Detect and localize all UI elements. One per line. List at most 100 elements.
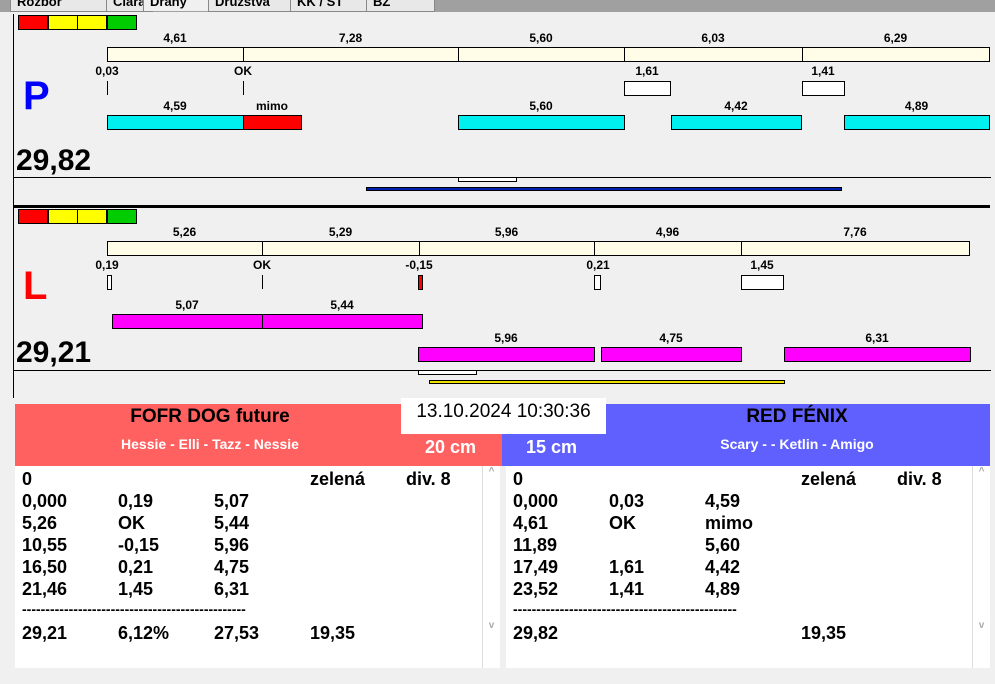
- run-label: 6,31: [865, 331, 889, 345]
- result-cell: 5,26: [22, 513, 58, 533]
- result-cell: 0: [513, 469, 524, 489]
- fault-label: 1,61: [635, 64, 659, 78]
- run-label: 4,59: [163, 99, 187, 113]
- fault-box: [802, 81, 845, 96]
- right-team-name: RED FÉNIX: [746, 406, 848, 427]
- tab-3[interactable]: Družstvá: [208, 0, 300, 12]
- tick-mark: [107, 81, 108, 95]
- tab-2[interactable]: Dráhy: [143, 0, 218, 11]
- traffic-light-segment: [77, 15, 107, 30]
- result-cell: 4,75: [214, 557, 250, 577]
- timeline-marker: [458, 177, 517, 182]
- result-cell: 11,89: [513, 535, 558, 555]
- result-cell: mimo: [705, 513, 754, 533]
- scrollbar[interactable]: ^ v: [972, 466, 990, 668]
- time-segment: [458, 47, 625, 62]
- time-segment: [419, 241, 595, 256]
- fault-box: [594, 275, 601, 290]
- result-cell: 5,44: [214, 513, 250, 533]
- run-segment: [262, 314, 423, 329]
- tick-mark: [262, 275, 263, 289]
- tick-mark: [243, 81, 244, 95]
- right-results-list[interactable]: ^ v 0 zelená div. 8 0,000 0,03 4,59 4,61 OK mimo 11…: [506, 466, 990, 668]
- lane-l-panel: 5,26 5,29 5,96 4,96 7,76 0,19 OK -0,15 0,21 1,45 5…: [13, 208, 991, 398]
- run-segment: [844, 115, 990, 130]
- result-cell: 0: [22, 469, 33, 489]
- fault-label: 0,03: [95, 64, 119, 78]
- run-segment: [601, 347, 742, 362]
- result-cell: 0,000: [513, 491, 559, 511]
- datetime: 13.10.2024 10:30:36: [401, 398, 606, 434]
- run-label: 4,89: [904, 99, 929, 113]
- result-cell: 0,21: [118, 557, 154, 577]
- time-segment: [243, 47, 459, 62]
- time-segment: [107, 241, 263, 256]
- result-cell: 5,96: [214, 535, 250, 555]
- result-cell: 17,49: [513, 557, 559, 577]
- time-segment: [594, 241, 742, 256]
- left-team-name: FOFR DOG future: [130, 406, 290, 427]
- time-label: 5,29: [328, 225, 353, 239]
- result-cell: 4,42: [705, 557, 741, 577]
- fault-label: 1,45: [750, 258, 774, 272]
- timeline-marker: [418, 370, 477, 375]
- traffic-light-segment: [77, 209, 107, 224]
- lane-side-label: L: [23, 264, 48, 308]
- fault-box: [624, 81, 671, 96]
- result-cell: OK: [609, 513, 636, 533]
- progress-line: [366, 187, 842, 191]
- tab-0[interactable]: Rozbor: [10, 0, 116, 12]
- result-cell: -0,15: [118, 535, 160, 555]
- time-label: 5,60: [529, 31, 553, 45]
- time-label: 6,29: [883, 31, 908, 45]
- fault-label: 1,41: [811, 64, 835, 78]
- time-segment: [262, 241, 420, 256]
- run-segment: [458, 115, 625, 130]
- time-segment: [624, 47, 803, 62]
- fault-box: [741, 275, 784, 290]
- tab-4[interactable]: KK / ST: [290, 0, 376, 12]
- result-cell: 4,59: [705, 491, 741, 511]
- lane-total: 29,82: [16, 144, 92, 177]
- time-label: 4,61: [163, 31, 187, 45]
- traffic-light-segment: [18, 15, 48, 30]
- tab-5[interactable]: BZ: [366, 0, 435, 12]
- fault-label: -0,15: [405, 258, 433, 272]
- time-label: 4,96: [655, 225, 680, 239]
- run-segment: [107, 115, 244, 130]
- left-team-dogs: Hessie - Elli - Tazz - Nessie: [121, 436, 299, 452]
- result-cell: ----------------------------------------…: [513, 601, 737, 617]
- result-cell: 0,19: [118, 491, 154, 511]
- result-cell: 0,000: [22, 491, 68, 511]
- run-label: 4,42: [724, 99, 748, 113]
- result-cell: 29,21: [22, 623, 68, 643]
- lane-side-label: P: [23, 74, 50, 118]
- scrollbar[interactable]: ^ v: [482, 466, 500, 668]
- result-cell: 19,35: [801, 623, 847, 643]
- result-cell: 5,60: [705, 535, 741, 555]
- run-segment: [418, 347, 595, 362]
- result-cell: 6,31: [214, 579, 250, 599]
- result-cell: 1,41: [609, 579, 645, 599]
- result-cell: div. 8: [406, 469, 451, 489]
- fault-label: OK: [234, 64, 252, 78]
- progress-line: [429, 380, 785, 384]
- time-label: 6,03: [701, 31, 725, 45]
- lane-total: 29,21: [16, 336, 92, 369]
- time-segment: [802, 47, 990, 62]
- traffic-light-segment: [48, 209, 78, 224]
- left-results-list[interactable]: ^ v 0 zelená div. 8 0,000 0,19 5,07 5,26 OK 5,44 10…: [15, 466, 500, 668]
- tab-bar: Rozbor Čiara Dráhy Družstvá KK / ST BZ: [0, 0, 995, 12]
- result-cell: div. 8: [897, 469, 942, 489]
- run-segment: [784, 347, 971, 362]
- run-label: 4,75: [659, 331, 683, 345]
- result-cell: 1,45: [118, 579, 154, 599]
- result-cell: 21,46: [22, 579, 68, 599]
- result-cell: OK: [118, 513, 145, 533]
- result-cell: 29,82: [513, 623, 559, 643]
- right-team-dogs: Scary - - Ketlin - Amigo: [720, 436, 874, 452]
- run-label: 5,07: [175, 298, 199, 312]
- timeline-axis: [14, 370, 991, 371]
- time-label: 5,26: [172, 225, 197, 239]
- time-segment: [741, 241, 970, 256]
